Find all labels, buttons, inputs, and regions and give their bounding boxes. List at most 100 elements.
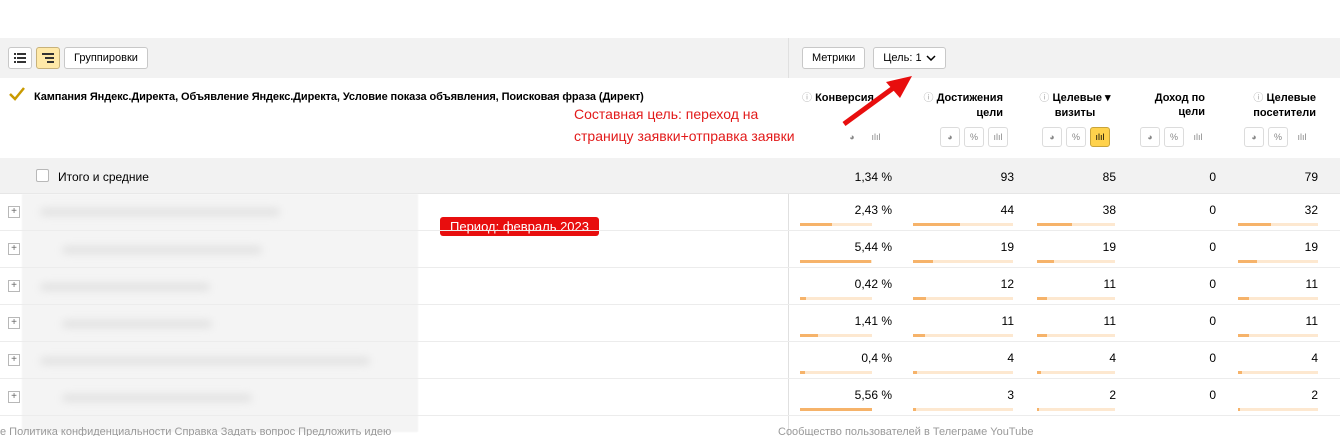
cell-value: 19 [1304, 240, 1318, 254]
info-icon[interactable]: ⓘ [1039, 93, 1049, 104]
value-bar [913, 371, 1013, 374]
total-value: 93 [1000, 170, 1014, 184]
column-target-visitors[interactable]: ⓘ Целевые посетители [1236, 91, 1316, 120]
bar-chart-icon[interactable]: ılıl [1188, 127, 1208, 147]
value-bar-fill [1238, 334, 1249, 337]
total-value: 85 [1102, 170, 1116, 184]
cell-value: 11 [1103, 314, 1116, 328]
value-bar-fill [1037, 297, 1047, 300]
value-bar-fill [913, 371, 917, 374]
bar-chart-icon[interactable]: ılıl [1090, 127, 1110, 147]
column-label: цели [976, 107, 1003, 119]
chevron-down-icon [926, 55, 936, 61]
value-bar-fill [1037, 408, 1039, 411]
value-bar-fill [1238, 297, 1249, 300]
value-bar-fill [800, 223, 832, 226]
column-label: цели [1178, 106, 1205, 118]
table-row[interactable]: +5,44 % 19 19 0 19 [0, 231, 1340, 268]
cell-value: 0 [1209, 203, 1216, 217]
percent-icon[interactable]: % [964, 127, 984, 147]
expand-icon[interactable]: + [8, 354, 20, 366]
pie-chart-icon[interactable]: ◕ [940, 127, 960, 147]
column-label: посетители [1253, 107, 1316, 119]
value-bar [800, 408, 872, 411]
table-row[interactable]: +5,56 % 3 2 0 2 [0, 379, 1340, 416]
column-target-visits[interactable]: ⓘ Целевые ▾ визиты [1034, 91, 1116, 120]
cell-value: 19 [1102, 240, 1116, 254]
pie-chart-icon[interactable]: ◕ [1042, 127, 1062, 147]
percent-icon[interactable]: % [1268, 127, 1288, 147]
value-bar-fill [1238, 371, 1242, 374]
goal-annotation-line2: страницу заявки+отправка заявки [574, 128, 795, 144]
totals-checkbox[interactable] [36, 169, 49, 182]
value-bar [1037, 371, 1115, 374]
value-bar-fill [913, 260, 933, 263]
column-goal-reaches[interactable]: ⓘ Достижения цели [913, 91, 1003, 120]
pie-chart-icon[interactable]: ◕ [1244, 127, 1264, 147]
percent-icon[interactable]: % [1164, 127, 1184, 147]
expand-icon[interactable]: + [8, 280, 20, 292]
column-label: Доход по [1154, 92, 1205, 104]
expand-icon[interactable]: + [8, 317, 20, 329]
pie-chart-icon[interactable]: ◕ [1140, 127, 1160, 147]
cell-value: 0 [1209, 388, 1216, 402]
footer-links-left[interactable]: е Политика конфиденциальности Справка За… [0, 426, 391, 436]
value-bar [800, 260, 872, 263]
list-view-button[interactable] [8, 47, 32, 69]
bar-chart-icon[interactable]: ılıl [1292, 127, 1312, 147]
table-row[interactable]: +1,41 % 11 11 0 11 [0, 305, 1340, 342]
value-bar-fill [1238, 408, 1240, 411]
value-bar [1037, 408, 1115, 411]
value-bar [1037, 223, 1115, 226]
percent-icon[interactable]: % [1066, 127, 1086, 147]
footer-links-right[interactable]: Сообщество пользователей в Телеграме You… [778, 426, 1033, 436]
expand-icon[interactable]: + [8, 206, 20, 218]
cell-value: 11 [1305, 277, 1318, 291]
info-icon[interactable]: ⓘ [924, 93, 934, 104]
groupings-button[interactable]: Группировки [64, 47, 148, 69]
view-mode-icons: ◕ % ılıl [1042, 127, 1110, 147]
value-bar-fill [913, 334, 925, 337]
value-bar [913, 223, 1013, 226]
info-icon[interactable]: ⓘ [1253, 93, 1263, 104]
cell-value: 19 [1000, 240, 1014, 254]
column-label: Целевые ▾ [1052, 92, 1111, 104]
value-bar-fill [913, 408, 916, 411]
cell-value: 1,41 % [854, 314, 892, 328]
value-bar-fill [913, 223, 960, 226]
expand-icon[interactable]: + [8, 391, 20, 403]
total-value: 79 [1304, 170, 1318, 184]
expand-icon[interactable]: + [8, 243, 20, 255]
table-row[interactable]: +0,4 % 4 4 0 4 [0, 342, 1340, 379]
value-bar [913, 260, 1013, 263]
bar-chart-icon[interactable]: ılıl [988, 127, 1008, 147]
view-mode-icons: ◕ % ılıl [940, 127, 1008, 147]
cell-value: 11 [1305, 314, 1318, 328]
table-row[interactable]: +0,42 % 12 11 0 11 [0, 268, 1340, 305]
column-label: визиты [1054, 107, 1096, 119]
value-bar-fill [800, 260, 871, 263]
group-checkbox[interactable] [9, 87, 25, 101]
column-goal-revenue[interactable]: Доход по цели [1140, 91, 1205, 119]
goal-annotation-line1: Составная цель: переход на [574, 106, 759, 122]
total-value: 1,34 % [854, 170, 892, 184]
metrics-button[interactable]: Метрики [802, 47, 866, 69]
cell-value: 2 [1109, 388, 1116, 402]
total-value: 0 [1209, 170, 1216, 184]
table-row[interactable]: +2,43 % 44 38 0 32 [0, 194, 1340, 231]
value-bar [1037, 334, 1115, 337]
value-bar [1238, 297, 1318, 300]
info-icon[interactable]: ⓘ [802, 93, 812, 104]
grouping-title: Кампания Яндекс.Директа, Объявление Янде… [34, 91, 644, 103]
value-bar [1037, 297, 1115, 300]
cell-value: 0 [1209, 277, 1216, 291]
value-bar-fill [1037, 260, 1054, 263]
cell-value: 3 [1007, 388, 1014, 402]
tree-view-button[interactable] [36, 47, 60, 69]
value-bar-fill [1037, 223, 1072, 226]
cell-value: 11 [1001, 314, 1014, 328]
value-bar-fill [800, 297, 806, 300]
goal-select-button[interactable]: Цель: 1 [873, 47, 946, 69]
cell-value: 2,43 % [854, 203, 892, 217]
view-mode-icons: ◕ % ılıl [1140, 127, 1208, 147]
